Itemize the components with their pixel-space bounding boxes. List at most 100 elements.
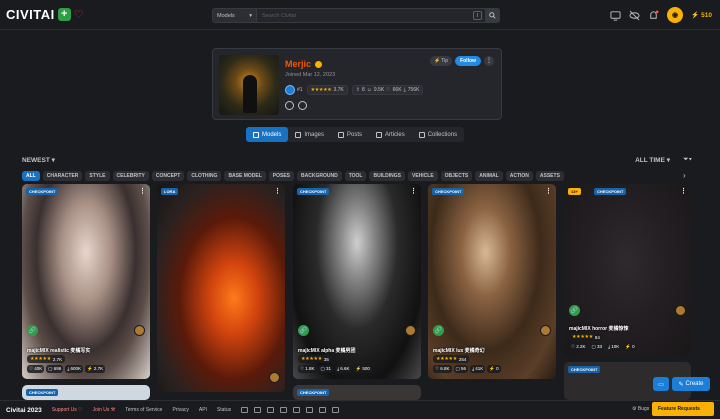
footer-link-api[interactable]: API	[199, 407, 207, 413]
category-chip[interactable]: BASE MODEL	[224, 171, 266, 181]
tip-button[interactable]: ⚡ Tip	[430, 56, 452, 66]
tab-models[interactable]: Models	[246, 127, 289, 142]
category-chip[interactable]: ALL	[22, 171, 40, 181]
link-icon[interactable]: 🔗	[433, 325, 444, 336]
more-options-icon[interactable]: ⋮	[274, 187, 281, 195]
model-card[interactable]: CHECKPOINT	[22, 385, 150, 400]
creator-avatar[interactable]	[269, 372, 280, 383]
rating-badge: ★★★★★ 35	[298, 355, 332, 363]
more-options-icon[interactable]: ⋮	[680, 187, 687, 195]
logo[interactable]: CIVITAI + ♡	[6, 7, 84, 22]
footer-link-privacy[interactable]: Privacy	[172, 407, 188, 413]
rating-count: 254	[458, 356, 467, 362]
chevron-right-icon[interactable]: ›	[683, 171, 686, 180]
link-icon[interactable]: 🔗	[298, 325, 309, 336]
rank-badge: #1	[285, 85, 303, 95]
model-card[interactable]: CHECKPOINT ⋮ 🔗 majicMIX alpha 麦橘男团 ★★★★★…	[293, 184, 421, 379]
instagram-icon[interactable]	[267, 407, 275, 413]
search-input[interactable]: Search Civitai	[257, 9, 473, 22]
search-type-select[interactable]: Models ▾	[213, 9, 257, 22]
more-options-icon[interactable]: ⋮	[410, 187, 417, 195]
rank-text: #1	[297, 87, 303, 93]
model-card[interactable]: LORA ⋮	[157, 184, 285, 392]
category-chip[interactable]: VEHICLE	[407, 171, 438, 181]
tiktok-icon[interactable]	[293, 407, 301, 413]
rating-count: 35	[323, 356, 329, 362]
globe-icon[interactable]	[285, 101, 294, 110]
category-chip[interactable]: ANIMAL	[475, 171, 503, 181]
model-card[interactable]: CHECKPOINT ⋮ 🔗 majicMIX realistic 麦橘写实 ★…	[22, 184, 150, 379]
feature-requests-button[interactable]: Feature Requests	[652, 402, 714, 416]
creator-avatar[interactable]	[675, 305, 686, 316]
footer-link-terms[interactable]: Terms of Service	[125, 407, 162, 413]
model-type-badge: CHECKPOINT	[297, 188, 330, 195]
category-chip[interactable]: BUILDINGS	[369, 171, 405, 181]
heart-icon[interactable]: ♡	[74, 8, 84, 21]
stat-likes: 66K	[392, 87, 402, 93]
footer-link-status[interactable]: Status	[217, 407, 231, 413]
category-chip[interactable]: ASSETS	[535, 171, 564, 181]
tab-posts[interactable]: Posts	[331, 127, 369, 142]
chat-icon[interactable]: ▭	[653, 377, 669, 391]
more-options-icon[interactable]: ⋮	[484, 56, 494, 66]
star-icons: ★★★★★	[572, 334, 593, 340]
bugs-link[interactable]: ⚙ Bugs	[632, 406, 649, 412]
sort-dropdown[interactable]: NEWEST ▾	[22, 156, 55, 164]
user-avatar[interactable]: ◉	[667, 7, 684, 23]
grid-icon	[253, 131, 259, 138]
creator-avatar[interactable]	[134, 325, 145, 336]
category-chip[interactable]: CELEBRITY	[112, 171, 149, 181]
upload-plus-icon[interactable]: +	[57, 8, 71, 21]
category-chip[interactable]: CHARACTER	[42, 171, 83, 181]
footer: Civitai 2023 Support Us ♡ Join Us ⚒ Term…	[0, 400, 720, 419]
category-chip[interactable]: STYLE	[85, 171, 110, 181]
monitor-icon[interactable]	[610, 10, 621, 21]
create-button[interactable]: ✎ Create	[672, 377, 710, 391]
github-icon[interactable]	[319, 407, 327, 413]
youtube-icon[interactable]	[280, 407, 288, 413]
username[interactable]: Merjic	[285, 59, 311, 69]
model-title: majicMIX alpha 麦橘男团	[298, 348, 356, 354]
card-stats: ♡ 40K ▢ 696 ⤓ 600K ⚡ 2.7K	[27, 365, 106, 373]
creator-avatar[interactable]	[405, 325, 416, 336]
more-options-icon[interactable]: ⋮	[545, 187, 552, 195]
search-icon[interactable]	[485, 9, 499, 22]
category-chip[interactable]: ACTION	[505, 171, 533, 181]
category-chip[interactable]: CLOTHING	[187, 171, 222, 181]
eye-off-icon[interactable]	[629, 10, 640, 21]
rating-pill: ★★★★★ 3.7K	[306, 85, 348, 95]
twitter-icon[interactable]	[254, 407, 262, 413]
footer-link-join[interactable]: Join Us ⚒	[93, 407, 116, 413]
model-card[interactable]: CHECKPOINT ⋮ 🔗 majicMIX lux 麦橘奇幻 ★★★★★ 25…	[428, 184, 556, 379]
discord-icon[interactable]	[241, 407, 249, 413]
link-icon[interactable]: 🔗	[27, 325, 38, 336]
period-label: ALL TIME	[635, 157, 665, 164]
model-card[interactable]: 13+ CHECKPOINT ⋮ 🔗 majicMIX horror 麦橘惊悚 …	[564, 184, 691, 356]
category-chip[interactable]: OBJECTS	[440, 171, 473, 181]
buzz-balance[interactable]: ⚡ 510	[691, 11, 712, 20]
tab-articles[interactable]: Articles	[369, 127, 412, 142]
twitch-icon[interactable]	[332, 407, 340, 413]
period-dropdown[interactable]: ALL TIME ▾	[635, 156, 670, 164]
category-chip[interactable]: TOOL	[344, 171, 367, 181]
more-options-icon[interactable]: ⋮	[139, 187, 146, 195]
footer-link-support[interactable]: Support Us ♡	[52, 407, 83, 413]
tab-collections[interactable]: Collections	[412, 127, 464, 142]
follow-button[interactable]: Follow	[455, 56, 481, 66]
bell-icon[interactable]	[648, 9, 659, 21]
filter-icon[interactable]: ⏷▾	[683, 156, 692, 164]
tip-label: Tip	[441, 58, 448, 64]
globe-icon[interactable]	[298, 101, 307, 110]
buzz-amount: 510	[701, 11, 712, 19]
creator-avatar[interactable]	[540, 325, 551, 336]
comments-stat: ▢ 31	[318, 365, 334, 373]
model-card[interactable]: CHECKPOINT	[293, 385, 421, 400]
category-chip[interactable]: POSES	[268, 171, 295, 181]
tab-images[interactable]: Images	[288, 127, 331, 142]
reddit-icon[interactable]	[306, 407, 314, 413]
likes-stat: ♡ 6.8K	[433, 365, 452, 373]
category-chip[interactable]: BACKGROUND	[297, 171, 342, 181]
category-chip[interactable]: CONCEPT	[151, 171, 185, 181]
rating-badge: ★★★★★ 254	[433, 355, 470, 363]
link-icon[interactable]: 🔗	[569, 305, 580, 316]
